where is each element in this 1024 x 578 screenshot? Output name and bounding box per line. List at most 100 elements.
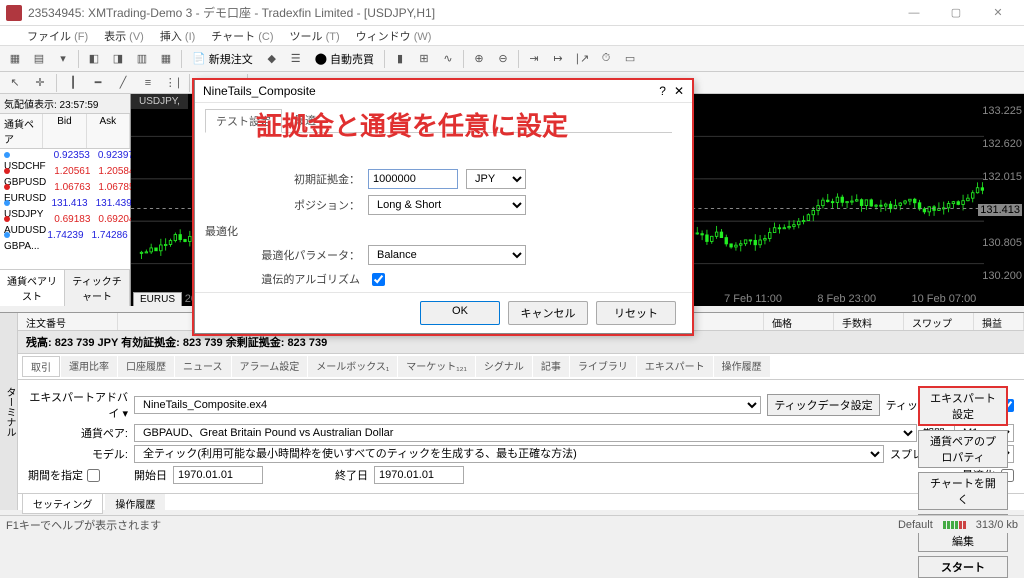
mw-col-bid[interactable]: Bid [43,114,86,148]
dialog-cancel-button[interactable]: キャンセル [508,301,588,325]
zoom-in-icon[interactable]: ⊕ [468,48,490,70]
mw-col-symbol[interactable]: 通貨ペア [0,114,43,148]
indicators-icon[interactable]: ∣↗ [571,48,593,70]
market-watch-row[interactable]: GBPUSD1.205611.20584 [0,165,130,181]
auto-scroll-icon[interactable]: ⇥ [523,48,545,70]
end-date-label: 終了日 [335,467,368,483]
options-icon[interactable]: ☰ [285,48,307,70]
hline-icon[interactable]: ━ [87,72,109,94]
menu-chart[interactable]: チャート (C) [204,26,280,46]
terminal-tab[interactable]: マーケット₁₂₁ [398,356,475,377]
candle-chart-icon[interactable]: ⊞ [413,48,435,70]
minimize-button[interactable]: — [894,1,934,25]
market-watch-icon[interactable]: ◧ [83,48,105,70]
new-chart-icon[interactable]: ▦ [4,48,26,70]
market-watch-row[interactable]: EURUSD1.067631.06785 [0,181,130,197]
navigator-icon[interactable]: ◨ [107,48,129,70]
terminal-tab[interactable]: シグナル [476,356,532,377]
dialog-tab-test[interactable]: テスト設定 [205,109,282,133]
market-watch-row[interactable]: GBPA...1.742391.74286 [0,229,130,245]
cursor-icon[interactable]: ↖ [4,72,26,94]
tester-icon[interactable]: ▦ [155,48,177,70]
dialog-tab-opt[interactable]: 最適 [284,109,326,132]
window-titlebar: 23534945: XMTrading-Demo 3 - デモ口座 - Trad… [0,0,1024,26]
terminal-vertical-tab[interactable]: ターミナル [0,313,18,510]
menu-tools[interactable]: ツール (T) [283,26,347,46]
mw-tab-tick[interactable]: ティックチャート [65,270,130,306]
currency-select[interactable]: JPY [466,169,526,189]
periods-icon[interactable]: ⏱ [595,48,617,70]
optimize-param-label: 最適化パラメータ： [205,247,360,263]
initial-deposit-label: 初期証拠金： [205,171,360,187]
date-range-checkbox[interactable] [87,469,100,482]
ea-select[interactable]: NineTails_Composite.ex4 [134,396,761,414]
dialog-reset-button[interactable]: リセット [596,301,676,325]
tester-tab-settings[interactable]: セッティング [22,494,103,514]
folder-icon[interactable]: ▾ [52,48,74,70]
new-order-button[interactable]: 📄 新規注文 [186,48,259,70]
start-date-input[interactable] [173,466,263,484]
expert-settings-button[interactable]: エキスパート設定 [918,386,1008,426]
initial-deposit-input[interactable] [368,169,458,189]
start-button[interactable]: スタート [918,556,1008,578]
terminal-tab[interactable]: エキスパート [637,356,713,377]
col-price[interactable]: 価格 [764,313,834,330]
profiles-icon[interactable]: ▤ [28,48,50,70]
dialog-help-icon[interactable]: ? [659,84,666,98]
tick-data-settings-button[interactable]: ティックデータ設定 [767,394,879,416]
terminal-icon[interactable]: ▥ [131,48,153,70]
optimize-param-select[interactable]: Balance [368,245,526,265]
tester-tab-journal[interactable]: 操作履歴 [105,494,165,514]
market-watch-row[interactable]: USDCHF0.923530.92397 [0,149,130,165]
col-order[interactable]: 注文番号 [18,313,118,330]
position-label: ポジション： [205,197,360,213]
chart-shift-icon[interactable]: ↦ [547,48,569,70]
col-pl[interactable]: 損益 [974,313,1024,330]
templates-icon[interactable]: ▭ [619,48,641,70]
auto-trade-button[interactable]: ⬤ 自動売買 [309,48,380,70]
terminal-tab[interactable]: 取引 [22,356,60,377]
terminal-tab[interactable]: メールボックス₁ [308,356,397,377]
dialog-ok-button[interactable]: OK [420,301,500,325]
market-watch-row[interactable]: USDJPY131.413131.439 [0,197,130,213]
close-button[interactable]: ✕ [978,1,1018,25]
genetic-checkbox[interactable] [372,273,385,286]
metaeditor-icon[interactable]: ◆ [261,48,283,70]
mw-col-ask[interactable]: Ask [87,114,130,148]
symbol-select[interactable]: GBPAUD、Great Britain Pound vs Australian… [134,424,917,442]
chart-tab-eurus[interactable]: EURUS [133,292,182,306]
terminal-tab[interactable]: 操作履歴 [714,356,770,377]
col-commission[interactable]: 手数料 [834,313,904,330]
market-watch-row[interactable]: AUDUSD0.691830.69204 [0,213,130,229]
end-date-input[interactable] [374,466,464,484]
menu-view[interactable]: 表示 (V) [97,26,151,46]
vline-icon[interactable]: ┃ [62,72,84,94]
open-chart-button[interactable]: チャートを開く [918,472,1008,510]
position-select[interactable]: Long & Short [368,195,526,215]
fibo-icon[interactable]: ⋮∣ [162,72,184,94]
channel-icon[interactable]: ≡ [137,72,159,94]
terminal-tab[interactable]: ライブラリ [570,356,636,377]
dialog-close-icon[interactable]: ✕ [674,84,684,98]
terminal-tab[interactable]: 口座履歴 [118,356,174,377]
bar-chart-icon[interactable]: ▮ [389,48,411,70]
chart-symbol-tab[interactable]: USDJPY, [131,94,188,109]
trendline-icon[interactable]: ╱ [112,72,134,94]
menu-window[interactable]: ウィンドウ (W) [349,26,439,46]
zoom-out-icon[interactable]: ⊖ [492,48,514,70]
line-chart-icon[interactable]: ∿ [437,48,459,70]
maximize-button[interactable]: ▢ [936,1,976,25]
symbol-properties-button[interactable]: 通貨ペアのプロパティ [918,430,1008,468]
market-watch-panel: 気配値表示: 23:57:59 通貨ペア Bid Ask USDCHF0.923… [0,94,131,306]
model-select[interactable]: 全ティック(利用可能な最小時間枠を使いすべてのティックを生成する、最も正確な方法… [134,445,884,463]
main-toolbar: ▦ ▤ ▾ ◧ ◨ ▥ ▦ 📄 新規注文 ◆ ☰ ⬤ 自動売買 ▮ ⊞ ∿ ⊕ … [0,46,1024,72]
terminal-tab[interactable]: 運用比率 [61,356,117,377]
terminal-tab[interactable]: ニュース [175,356,231,377]
terminal-tab[interactable]: アラーム設定 [232,356,308,377]
col-swap[interactable]: スワップ [904,313,974,330]
menu-file[interactable]: ファイル (F) [20,26,95,46]
menu-insert[interactable]: 挿入 (I) [153,26,202,46]
crosshair-icon[interactable]: ✛ [29,72,51,94]
mw-tab-symbols[interactable]: 通貨ペアリスト [0,270,65,306]
terminal-tab[interactable]: 記事 [533,356,569,377]
